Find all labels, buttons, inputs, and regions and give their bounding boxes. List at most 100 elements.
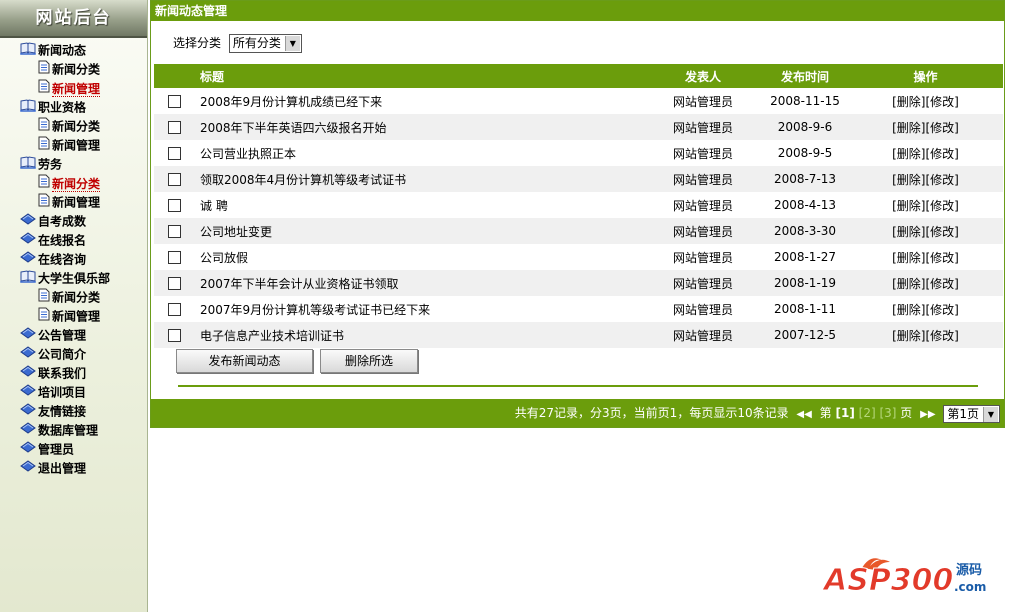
sidebar-item[interactable]: 新闻分类 bbox=[0, 174, 147, 193]
sidebar-item[interactable]: 职业资格 bbox=[0, 98, 147, 117]
sidebar-item-label: 在线咨询 bbox=[38, 252, 87, 267]
sidebar-item[interactable]: 退出管理 bbox=[0, 459, 147, 478]
news-title-cell[interactable]: 电子信息产业技术培训证书 bbox=[194, 322, 644, 348]
table-header-row: 标题 发表人 发布时间 操作 bbox=[154, 64, 1003, 88]
diamond-icon bbox=[20, 459, 36, 479]
sidebar-item[interactable]: 劳务 bbox=[0, 155, 147, 174]
sidebar-item[interactable]: 管理员 bbox=[0, 440, 147, 459]
sidebar-item-label: 新闻分类 bbox=[52, 62, 101, 77]
sidebar-item[interactable]: 新闻管理 bbox=[0, 136, 147, 155]
select-cell bbox=[154, 322, 194, 348]
author-cell: 网站管理员 bbox=[644, 270, 762, 296]
row-checkbox[interactable] bbox=[167, 225, 181, 238]
news-title-cell[interactable]: 2008年下半年英语四六级报名开始 bbox=[194, 114, 644, 140]
document-icon bbox=[38, 79, 50, 99]
dropdown-arrow-icon[interactable]: ▼ bbox=[983, 406, 998, 422]
sidebar-item[interactable]: 新闻分类 bbox=[0, 288, 147, 307]
news-title-cell[interactable]: 2008年9月份计算机成绩已经下来 bbox=[194, 88, 644, 114]
pager-page-2-link[interactable]: [2] bbox=[859, 406, 876, 420]
row-checkbox[interactable] bbox=[167, 147, 181, 160]
open-book-icon bbox=[20, 155, 36, 175]
sidebar-item[interactable]: 公司简介 bbox=[0, 345, 147, 364]
open-book-icon bbox=[20, 269, 36, 289]
diamond-icon bbox=[20, 402, 36, 422]
news-title-cell[interactable]: 公司放假 bbox=[194, 244, 644, 270]
row-checkbox[interactable] bbox=[167, 329, 181, 342]
sidebar-item[interactable]: 新闻动态 bbox=[0, 41, 147, 60]
ops-cell[interactable]: [删除][修改] bbox=[848, 88, 1003, 114]
page-jump-select[interactable]: 第1页 ▼ bbox=[943, 404, 1000, 423]
sidebar-item[interactable]: 联系我们 bbox=[0, 364, 147, 383]
news-title-cell[interactable]: 领取2008年4月份计算机等级考试证书 bbox=[194, 166, 644, 192]
row-checkbox[interactable] bbox=[167, 303, 181, 316]
sidebar-item[interactable]: 友情链接 bbox=[0, 402, 147, 421]
row-checkbox[interactable] bbox=[167, 199, 181, 212]
ops-column-header: 操作 bbox=[848, 64, 1003, 88]
delete-selected-button[interactable]: 删除所选 bbox=[320, 349, 418, 373]
ops-cell[interactable]: [删除][修改] bbox=[848, 166, 1003, 192]
sidebar-item-label: 公司简介 bbox=[38, 347, 87, 362]
publish-news-button[interactable]: 发布新闻动态 bbox=[176, 349, 313, 373]
sidebar-item[interactable]: 新闻分类 bbox=[0, 60, 147, 79]
row-checkbox[interactable] bbox=[167, 173, 181, 186]
date-column-header: 发布时间 bbox=[762, 64, 848, 88]
sidebar-item[interactable]: 新闻管理 bbox=[0, 307, 147, 326]
watermark-brand: ASP300 bbox=[822, 563, 953, 598]
document-icon bbox=[38, 288, 50, 308]
pager-suffix: 页 bbox=[900, 406, 913, 420]
table-row: 公司放假 网站管理员 2008-1-27 [删除][修改] bbox=[154, 244, 1003, 270]
select-cell bbox=[154, 270, 194, 296]
sidebar-item[interactable]: 在线咨询 bbox=[0, 250, 147, 269]
diamond-icon bbox=[20, 383, 36, 403]
sidebar-item-label: 友情链接 bbox=[38, 404, 87, 419]
ops-cell[interactable]: [删除][修改] bbox=[848, 114, 1003, 140]
news-title-cell[interactable]: 2007年下半年会计从业资格证书领取 bbox=[194, 270, 644, 296]
sidebar-item[interactable]: 新闻管理 bbox=[0, 193, 147, 212]
sidebar-item-label: 新闻管理 bbox=[52, 138, 101, 153]
pager-page-3-link[interactable]: [3] bbox=[879, 406, 896, 420]
diamond-icon bbox=[20, 440, 36, 460]
row-checkbox[interactable] bbox=[167, 277, 181, 290]
diamond-icon bbox=[20, 421, 36, 441]
sidebar-item-label: 新闻管理 bbox=[52, 81, 101, 97]
news-title-cell[interactable]: 公司营业执照正本 bbox=[194, 140, 644, 166]
ops-cell[interactable]: [删除][修改] bbox=[848, 218, 1003, 244]
author-cell: 网站管理员 bbox=[644, 166, 762, 192]
diamond-icon bbox=[20, 364, 36, 384]
select-cell bbox=[154, 296, 194, 322]
row-checkbox[interactable] bbox=[167, 95, 181, 108]
table-row: 2007年下半年会计从业资格证书领取 网站管理员 2008-1-19 [删除][修改] bbox=[154, 270, 1003, 296]
row-checkbox[interactable] bbox=[167, 251, 181, 264]
table-row: 诚 聘网站管理员 2008-4-13 [删除][修改] bbox=[154, 192, 1003, 218]
news-title-cell[interactable]: 诚 聘 bbox=[194, 192, 644, 218]
news-title-cell[interactable]: 2007年9月份计算机等级考试证书已经下来 bbox=[194, 296, 644, 322]
ops-cell[interactable]: [删除][修改] bbox=[848, 192, 1003, 218]
ops-cell[interactable]: [删除][修改] bbox=[848, 296, 1003, 322]
sidebar-item[interactable]: 数据库管理 bbox=[0, 421, 147, 440]
author-cell: 网站管理员 bbox=[644, 88, 762, 114]
sidebar-item[interactable]: 在线报名 bbox=[0, 231, 147, 250]
document-icon bbox=[38, 193, 50, 213]
next-page-icon[interactable]: ▶▶ bbox=[920, 409, 935, 420]
category-select[interactable]: 所有分类 ▼ bbox=[228, 34, 302, 53]
ops-cell[interactable]: [删除][修改] bbox=[848, 270, 1003, 296]
row-checkbox[interactable] bbox=[167, 121, 181, 134]
sidebar-item[interactable]: 新闻管理 bbox=[0, 79, 147, 98]
sidebar-item-label: 新闻分类 bbox=[52, 290, 101, 305]
diamond-icon bbox=[20, 326, 36, 346]
divider bbox=[178, 385, 978, 387]
ops-cell[interactable]: [删除][修改] bbox=[848, 140, 1003, 166]
sidebar-item-label: 职业资格 bbox=[38, 100, 87, 115]
ops-cell[interactable]: [删除][修改] bbox=[848, 322, 1003, 348]
sidebar-item[interactable]: 培训项目 bbox=[0, 383, 147, 402]
sidebar-item[interactable]: 自考成数 bbox=[0, 212, 147, 231]
dropdown-arrow-icon[interactable]: ▼ bbox=[284, 36, 300, 51]
news-title-cell[interactable]: 公司地址变更 bbox=[194, 218, 644, 244]
ops-cell[interactable]: [删除][修改] bbox=[848, 244, 1003, 270]
previous-page-icon[interactable]: ◀◀ bbox=[796, 409, 811, 420]
sidebar-item[interactable]: 新闻分类 bbox=[0, 117, 147, 136]
watermark-suffix: 源码 bbox=[956, 562, 982, 578]
sidebar-item[interactable]: 公告管理 bbox=[0, 326, 147, 345]
date-cell: 2008-9-5 bbox=[762, 140, 848, 166]
sidebar-item[interactable]: 大学生俱乐部 bbox=[0, 269, 147, 288]
